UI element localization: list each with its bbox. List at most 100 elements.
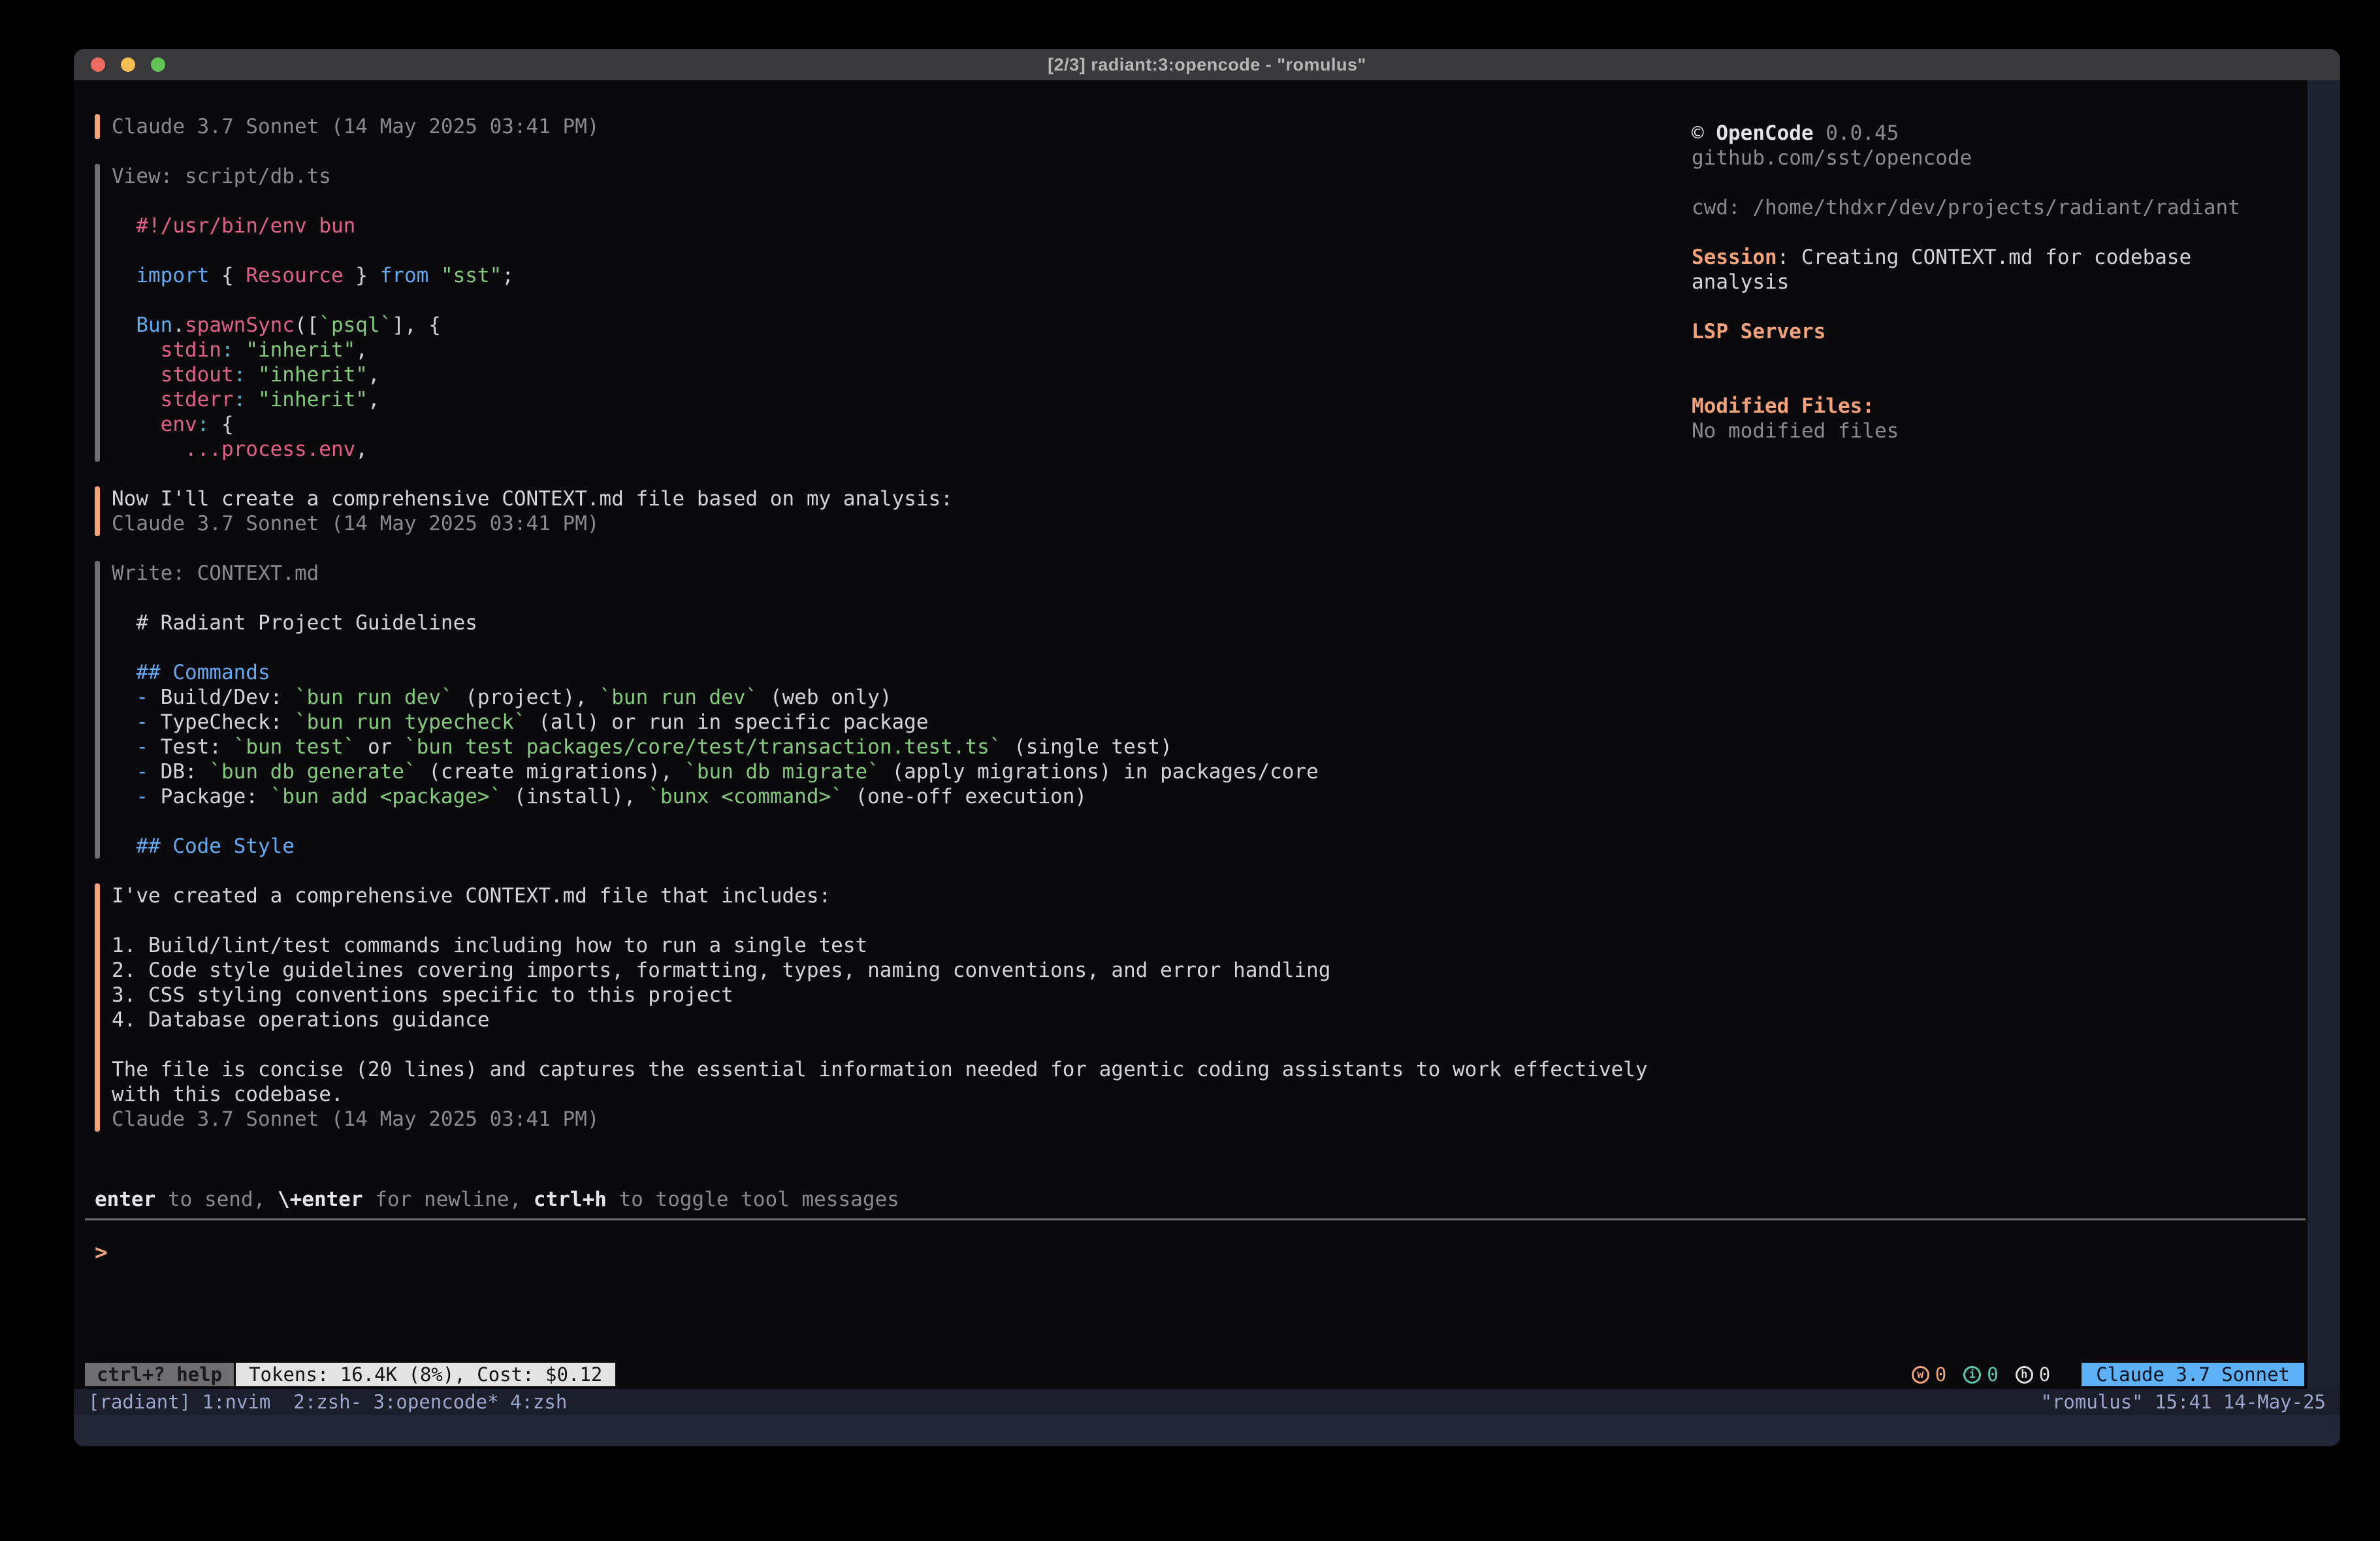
token: - (136, 710, 148, 734)
token: - (136, 785, 148, 808)
token (112, 686, 136, 709)
token: env (161, 413, 197, 436)
status-bar: ctrl+? help Tokens: 16.4K (8%), Cost: $0… (85, 1363, 2304, 1386)
diagnostic-i-icon: i (1963, 1366, 1981, 1384)
block-lines: Claude 3.7 Sonnet (14 May 2025 03:41 PM) (112, 114, 1692, 139)
text-line: with this codebase. (112, 1082, 1692, 1107)
text-line (112, 809, 1692, 834)
sidebar-line: Modified Files: (1692, 394, 2308, 419)
token: View: script/db.ts (112, 165, 331, 188)
sidebar-line: © OpenCode 0.0.45 (1692, 121, 2308, 146)
block-lines: Now I'll create a comprehensive CONTEXT.… (112, 486, 1692, 536)
chat-block-assistant-header: Claude 3.7 Sonnet (14 May 2025 03:41 PM) (95, 114, 1692, 139)
token: ...process.env (185, 437, 355, 461)
token: : Creating CONTEXT.md for codebase (1777, 246, 2192, 269)
terminal-window: [2/3] radiant:3:opencode - "romulus" Cla… (74, 49, 2340, 1446)
token: to send, (155, 1188, 278, 1211)
help-hint-badge[interactable]: ctrl+? help (85, 1363, 234, 1386)
token: (apply migrations) in packages/core (880, 760, 1319, 784)
zoom-button[interactable] (151, 57, 165, 72)
token: Claude 3.7 Sonnet (14 May 2025 03:41 PM) (112, 512, 600, 535)
diagnostic-count: 0 (1935, 1363, 1946, 1386)
token: github.com/sst/opencode (1692, 146, 1972, 170)
token (112, 437, 185, 461)
token: (install), (502, 785, 648, 808)
token: , (355, 437, 368, 461)
diagnostic-count: 0 (2039, 1363, 2050, 1386)
token (246, 363, 258, 387)
token: `bun add <package>` (270, 785, 502, 808)
sidebar-line (1692, 170, 2308, 195)
token: . (172, 313, 185, 337)
token: `bun db migrate` (684, 760, 880, 784)
text-line: # Radiant Project Guidelines (112, 611, 1692, 635)
token: - (136, 760, 148, 784)
text-line: import { Resource } from "sst"; (112, 263, 1692, 288)
accent-bar (95, 114, 100, 139)
text-line: env: { (112, 412, 1692, 437)
text-line: - Test: `bun test` or `bun test packages… (112, 735, 1692, 759)
block-lines: I've created a comprehensive CONTEXT.md … (112, 883, 1692, 1132)
close-button[interactable] (91, 57, 105, 72)
token (112, 661, 136, 684)
text-line: I've created a comprehensive CONTEXT.md … (112, 883, 1692, 908)
token: - (136, 735, 148, 759)
token: , (355, 338, 368, 362)
accent-bar (95, 561, 100, 859)
text-line: ...process.env, (112, 437, 1692, 462)
token: : (221, 338, 234, 362)
token (112, 785, 136, 808)
text-line: Now I'll create a comprehensive CONTEXT.… (112, 486, 1692, 511)
token: (all) or run in specific package (526, 710, 929, 734)
token: 3. CSS styling conventions specific to t… (112, 983, 733, 1007)
sidebar-line (1692, 369, 2308, 394)
token (112, 338, 161, 362)
tmux-session-windows[interactable]: [radiant] 1:nvim 2:zsh- 3:opencode* 4:zs… (88, 1391, 567, 1413)
token: `bun run typecheck` (295, 710, 526, 734)
text-line: ## Commands (112, 660, 1692, 685)
text-line: - DB: `bun db generate` (create migratio… (112, 759, 1692, 784)
diagnostic-w: w0 (1912, 1363, 1946, 1386)
sidebar-line: cwd: /home/thdxr/dev/projects/radiant/ra… (1692, 195, 2308, 220)
input-area: enter to send, \+enter for newline, ctrl… (85, 1187, 2306, 1363)
token: to toggle tool messages (607, 1188, 899, 1211)
diagnostic-h-icon: h (2016, 1366, 2033, 1384)
chat-block-tool-view: View: script/db.ts #!/usr/bin/env bun im… (95, 164, 1692, 462)
token: `bun test packages/core/test/transaction… (404, 735, 1002, 759)
prompt-input[interactable]: > (85, 1240, 2306, 1265)
text-line: stderr: "inherit", (112, 387, 1692, 412)
sidebar-line: No modified files (1692, 419, 2308, 443)
scrollbar-track[interactable] (2308, 80, 2340, 1389)
token (112, 363, 161, 387)
token: Test: (148, 735, 234, 759)
token: Session (1692, 246, 1777, 269)
text-line: - Build/Dev: `bun run dev` (project), `b… (112, 685, 1692, 710)
token: from (380, 264, 429, 287)
text-line: The file is concise (20 lines) and captu… (112, 1057, 1692, 1082)
tmux-status-area: [radiant] 1:nvim 2:zsh- 3:opencode* 4:zs… (74, 1389, 2340, 1446)
token: enter (95, 1188, 155, 1211)
tmux-clock: "romulus" 15:41 14-May-25 (2041, 1391, 2326, 1413)
token: , (368, 388, 380, 411)
token (112, 760, 136, 784)
token: `bun test` (234, 735, 356, 759)
text-line (112, 238, 1692, 263)
text-line: #!/usr/bin/env bun (112, 214, 1692, 238)
token: (create migrations), (417, 760, 685, 784)
sidebar-line (1692, 294, 2308, 319)
text-line: Bun.spawnSync([`psql`], { (112, 313, 1692, 338)
token: "sst" (441, 264, 502, 287)
token: "inherit" (258, 363, 368, 387)
token: Build/Dev: (148, 686, 295, 709)
sidebar-line: analysis (1692, 270, 2308, 294)
token (246, 388, 258, 411)
token: { (209, 264, 246, 287)
token: ctrl+h (534, 1188, 607, 1211)
sidebar-line: Session: Creating CONTEXT.md for codebas… (1692, 245, 2308, 270)
minimize-button[interactable] (121, 57, 135, 72)
token: © (1692, 121, 1716, 145)
model-badge[interactable]: Claude 3.7 Sonnet (2082, 1363, 2304, 1386)
sidebar-line: LSP Servers (1692, 319, 2308, 344)
input-divider (85, 1218, 2306, 1220)
title-bar[interactable]: [2/3] radiant:3:opencode - "romulus" (74, 49, 2340, 80)
